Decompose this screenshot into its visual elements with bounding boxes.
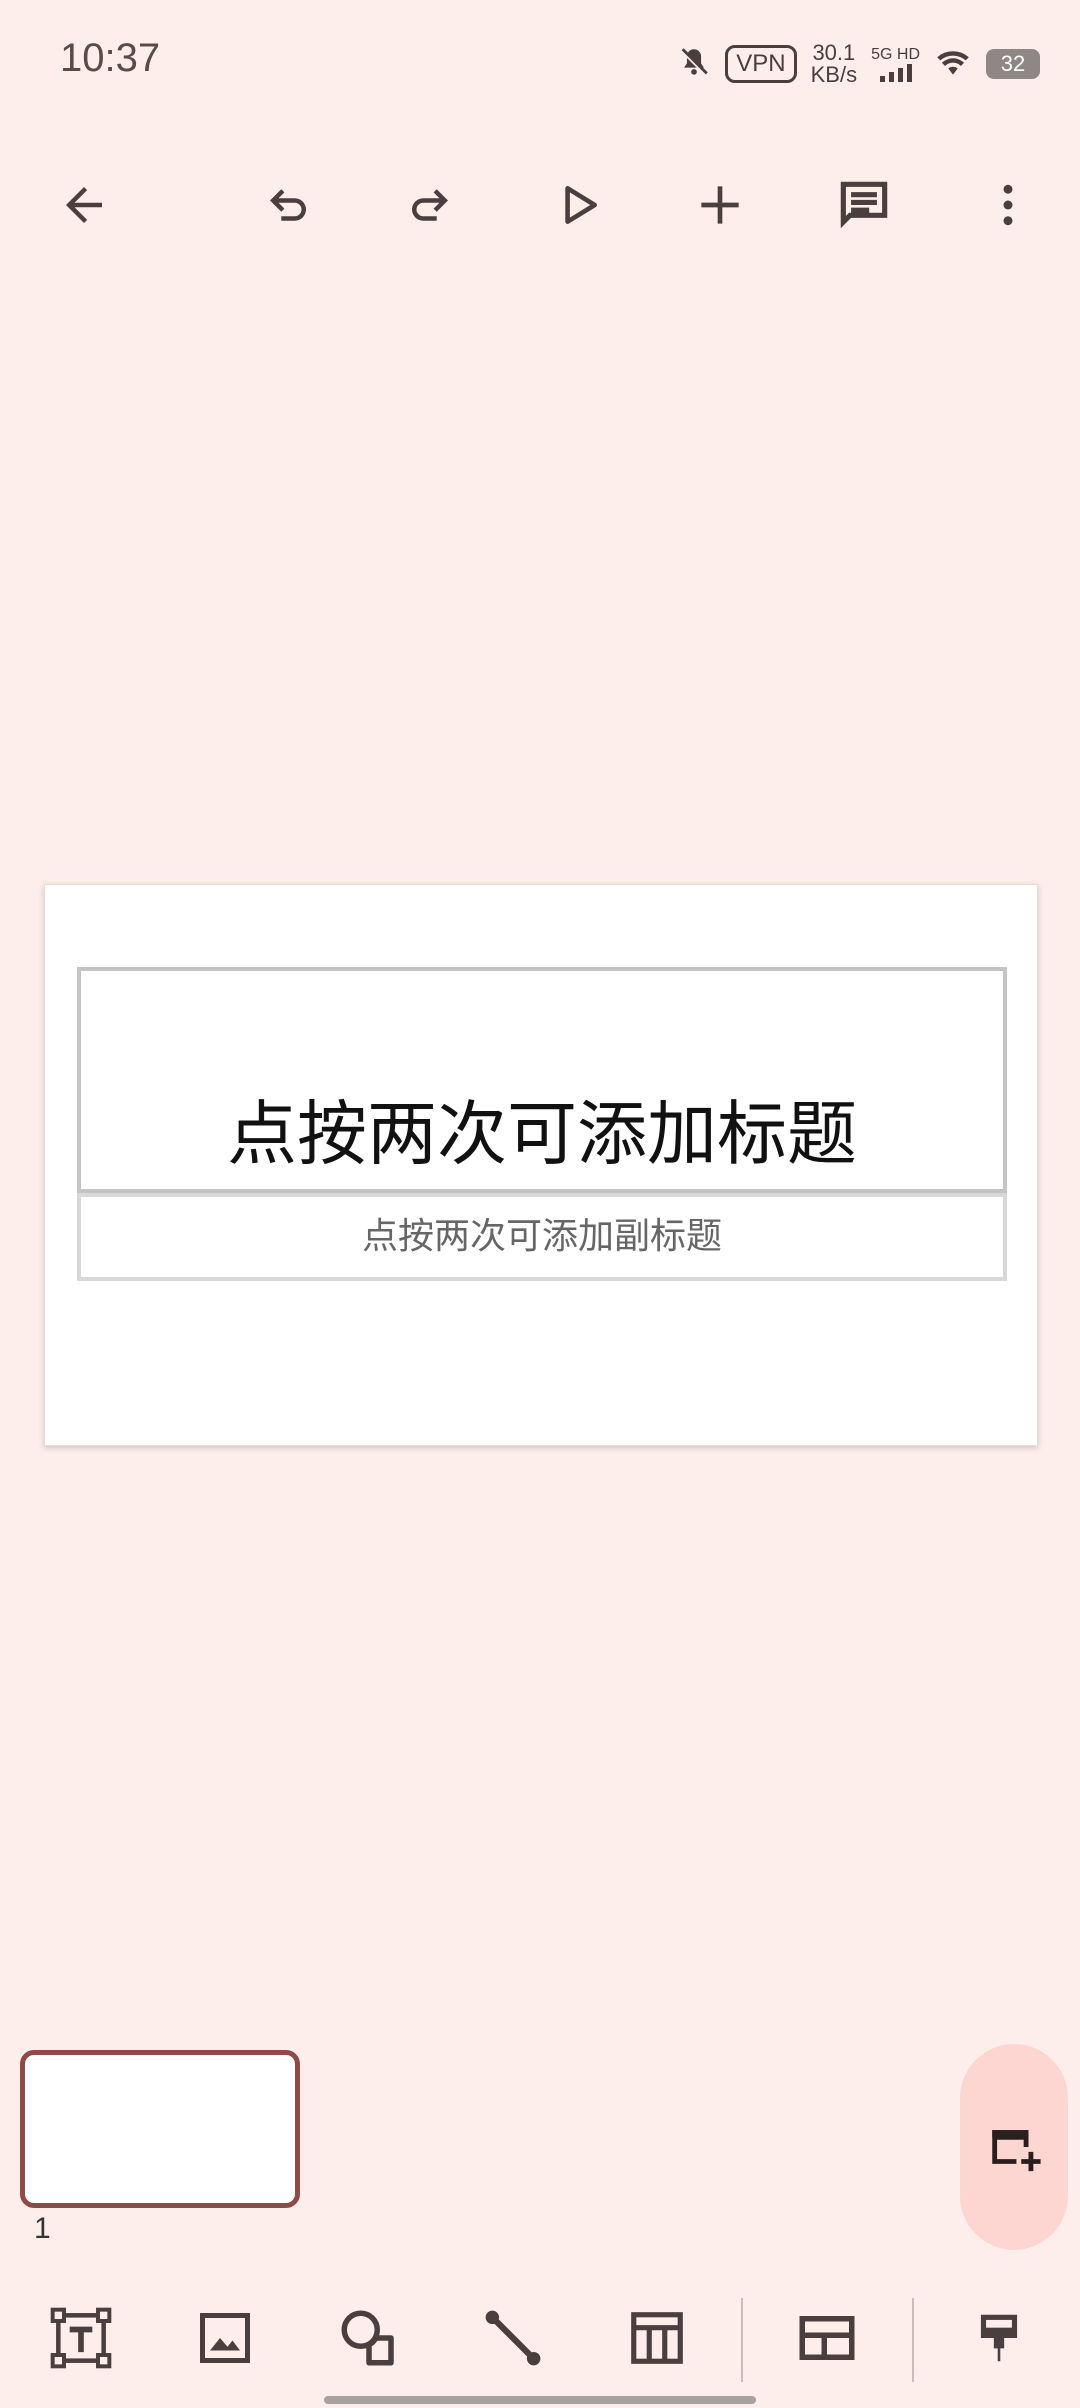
more-vert-icon [1003, 184, 1013, 226]
text-box-icon [50, 2307, 112, 2369]
new-slide-button[interactable] [960, 2044, 1068, 2250]
title-placeholder-box[interactable]: 点按两次可添加标题 [77, 967, 1007, 1193]
undo-button[interactable] [238, 150, 338, 260]
slide-layout-button[interactable] [782, 2290, 872, 2386]
insert-button[interactable] [670, 150, 770, 260]
bottom-toolbar [0, 2290, 1080, 2386]
table-icon [631, 2312, 683, 2364]
more-options-button[interactable] [958, 150, 1058, 260]
insert-shape-button[interactable] [324, 2290, 414, 2386]
insert-text-box-button[interactable] [36, 2290, 126, 2386]
insert-image-button[interactable] [180, 2290, 270, 2386]
line-icon [485, 2310, 541, 2366]
format-button[interactable] [954, 2290, 1044, 2386]
status-indicators: VPN 30.1 KB/s 5G HD 32 [677, 40, 1040, 88]
subtitle-placeholder-text: 点按两次可添加副标题 [361, 1216, 722, 1257]
signal-icon: 5G HD [871, 46, 920, 82]
insert-table-button[interactable] [612, 2290, 702, 2386]
mute-icon [677, 45, 711, 83]
speed-unit: KB/s [810, 62, 858, 87]
insert-line-button[interactable] [468, 2290, 558, 2386]
comments-button[interactable] [814, 150, 914, 260]
top-toolbar [0, 150, 1080, 260]
title-placeholder-text: 点按两次可添加标题 [227, 1093, 857, 1175]
present-button[interactable] [528, 150, 628, 260]
add-icon [701, 186, 739, 224]
redo-button[interactable] [380, 150, 480, 260]
home-indicator[interactable] [324, 2396, 756, 2404]
slide-thumbnail-number: 1 [34, 2212, 51, 2245]
network-speed: 30.1 KB/s [811, 42, 857, 86]
toolbar-divider [741, 2298, 743, 2382]
status-bar: 10:37 VPN 30.1 KB/s 5G HD 32 [0, 0, 1080, 120]
comment-icon [840, 181, 888, 229]
undo-icon [270, 189, 306, 221]
toolbar-divider [912, 2298, 914, 2382]
presentation-editor-screen: 10:37 VPN 30.1 KB/s 5G HD 32 点按两次可添加标题 点… [0, 0, 1080, 2408]
vpn-badge: VPN [725, 45, 797, 83]
network-type: 5G HD [871, 46, 920, 63]
add-slide-icon [992, 2130, 1041, 2172]
wifi-icon [934, 46, 972, 82]
back-arrow-icon [66, 187, 102, 223]
slide-canvas[interactable]: 点按两次可添加标题 点按两次可添加副标题 [44, 884, 1038, 1446]
format-paint-icon [980, 2314, 1018, 2362]
speed-value: 30.1 [812, 40, 856, 65]
subtitle-placeholder-box[interactable]: 点按两次可添加副标题 [77, 1193, 1007, 1281]
status-time: 10:37 [60, 36, 161, 80]
slide-thumbnail[interactable] [20, 2050, 300, 2208]
back-button[interactable] [34, 150, 134, 260]
layout-icon [799, 2316, 855, 2360]
shapes-icon [341, 2310, 394, 2366]
image-icon [200, 2313, 250, 2363]
battery-indicator: 32 [986, 49, 1040, 79]
play-icon [565, 186, 597, 224]
redo-icon [412, 189, 448, 221]
